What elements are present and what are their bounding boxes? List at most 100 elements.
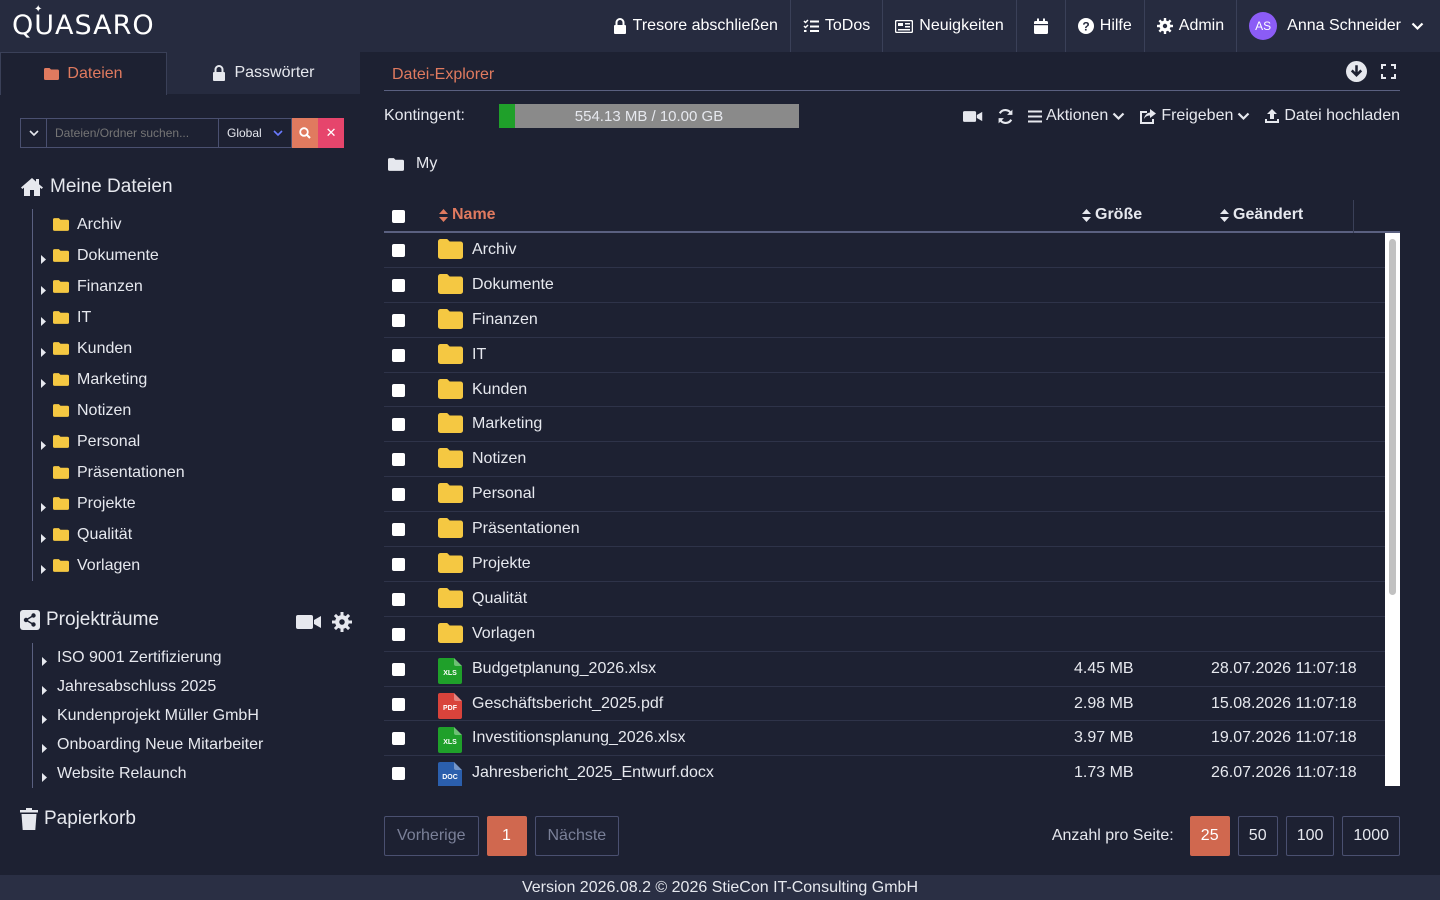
search-input[interactable] [47,118,219,148]
row-checkbox[interactable] [392,418,405,436]
caret-right-icon[interactable] [41,282,46,300]
file-name[interactable]: Präsentationen [472,520,580,538]
row-checkbox[interactable] [392,488,405,506]
project-room-item[interactable]: Kundenprojekt Müller GmbH [33,701,263,730]
sort-by-size[interactable]: Größe [1082,206,1142,224]
file-name[interactable]: Jahresbericht_2025_Entwurf.docx [472,764,714,782]
caret-right-icon[interactable] [42,769,47,787]
row-checkbox[interactable] [392,523,405,541]
caret-right-icon[interactable] [42,682,47,700]
row-checkbox[interactable] [392,313,405,332]
sort-by-name[interactable]: Name [439,206,496,224]
table-row[interactable]: Dokumente [384,268,1385,303]
tab-file-explorer[interactable]: Datei-Explorer [384,66,502,84]
row-checkbox[interactable] [392,627,405,646]
trash-header[interactable]: Papierkorb [20,808,136,830]
table-row[interactable]: Marketing [384,407,1385,443]
table-row[interactable]: Vorlagen [384,617,1385,652]
row-checkbox[interactable] [392,732,405,750]
video-camera-icon[interactable] [296,614,322,630]
prev-page-button[interactable]: Vorherige [384,816,479,856]
table-row[interactable]: Personal [384,477,1385,513]
tree-folder[interactable]: Finanzen [33,271,185,302]
table-row[interactable]: Notizen [384,442,1385,478]
project-room-item[interactable]: ISO 9001 Zertifizierung [33,643,263,672]
tree-folder[interactable]: Vorlagen [33,550,185,581]
tree-folder[interactable]: Dokumente [33,240,185,271]
tree-folder[interactable]: Notizen [33,395,185,426]
refresh-button[interactable] [997,108,1014,125]
file-name[interactable]: Geschäftsbericht_2025.pdf [472,695,663,713]
project-room-item[interactable]: Jahresabschluss 2025 [33,672,263,701]
actions-menu-button[interactable]: Aktionen [1028,107,1125,125]
file-name[interactable]: Archiv [472,241,516,259]
row-checkbox[interactable] [392,558,405,576]
file-name[interactable]: Notizen [472,450,526,468]
table-row[interactable]: XLS Budgetplanung_2026.xlsx 4.45 MB 28.07.2… [384,652,1385,687]
per-page-option[interactable]: 100 [1285,816,1335,856]
page-button[interactable]: 1 [486,816,527,856]
tree-folder[interactable]: Projekte [33,488,185,519]
tree-folder[interactable]: Personal [33,426,185,457]
tree-folder[interactable]: Archiv [33,209,185,240]
file-name[interactable]: Investitionsplanung_2026.xlsx [472,729,685,747]
table-row[interactable]: DOC Jahresbericht_2025_Entwurf.docx 1.73 M… [384,756,1385,786]
per-page-option[interactable]: 25 [1189,816,1230,856]
table-row[interactable]: Archiv [384,233,1385,268]
sort-by-modified[interactable]: Geändert [1220,206,1303,224]
caret-right-icon[interactable] [42,711,47,729]
search-scope-select[interactable]: Global [219,118,293,148]
row-checkbox[interactable] [392,767,405,785]
next-page-button[interactable]: Nächste [534,816,620,856]
my-files-header[interactable]: Meine Dateien [20,176,173,198]
project-rooms-header[interactable]: Projekträume [20,609,159,631]
file-name[interactable]: Finanzen [472,311,538,329]
search-button[interactable] [292,118,319,148]
tree-folder[interactable]: Präsentationen [33,457,185,488]
tree-folder[interactable]: Qualität [33,519,185,550]
tab-passwords[interactable]: Passwörter [167,52,360,94]
file-name[interactable]: Kunden [472,381,527,399]
row-checkbox[interactable] [392,662,405,681]
download-circle-icon[interactable] [1346,61,1367,82]
tab-files[interactable]: Dateien [0,52,167,95]
table-scrollbar[interactable] [1385,233,1400,786]
file-name[interactable]: Budgetplanung_2026.xlsx [472,660,656,678]
tree-folder[interactable]: IT [33,302,185,333]
caret-right-icon[interactable] [41,251,46,269]
project-room-item[interactable]: Onboarding Neue Mitarbeiter [33,730,263,759]
file-name[interactable]: Dokumente [472,276,554,294]
scrollbar-thumb[interactable] [1389,239,1396,595]
file-name[interactable]: IT [472,346,486,364]
calendar-button[interactable] [1017,0,1066,52]
table-row[interactable]: Kunden [384,373,1385,408]
caret-right-icon[interactable] [41,437,46,455]
breadcrumb-item[interactable]: My [416,155,437,173]
tree-folder[interactable]: Marketing [33,364,185,395]
select-all-checkbox[interactable] [392,210,405,223]
row-checkbox[interactable] [392,453,405,471]
news-button[interactable]: Neuigkeiten [883,0,1017,52]
row-checkbox[interactable] [392,348,405,367]
caret-right-icon[interactable] [41,344,46,362]
lock-vaults-button[interactable]: Tresore abschließen [601,0,791,52]
user-menu[interactable]: AS Anna Schneider [1237,0,1440,52]
search-options-toggle[interactable] [20,118,47,148]
clear-search-button[interactable]: ✕ [318,118,345,148]
file-name[interactable]: Vorlagen [472,625,535,643]
table-row[interactable]: Präsentationen [384,512,1385,548]
table-row[interactable]: PDF Geschäftsbericht_2025.pdf 2.98 MB 15.08… [384,687,1385,722]
app-logo[interactable]: ✦ QUASARO [12,4,155,41]
caret-right-icon[interactable] [42,653,47,671]
row-checkbox[interactable] [392,278,405,297]
help-button[interactable]: ? Hilfe [1066,0,1145,52]
file-name[interactable]: Qualität [472,590,527,608]
share-menu-button[interactable]: Freigeben [1139,107,1250,125]
caret-right-icon[interactable] [41,561,46,579]
admin-button[interactable]: Admin [1145,0,1238,52]
todos-button[interactable]: ToDos [791,0,884,52]
fullscreen-icon[interactable] [1381,64,1396,79]
table-row[interactable]: IT [384,338,1385,373]
caret-right-icon[interactable] [41,499,46,517]
file-name[interactable]: Marketing [472,415,542,433]
